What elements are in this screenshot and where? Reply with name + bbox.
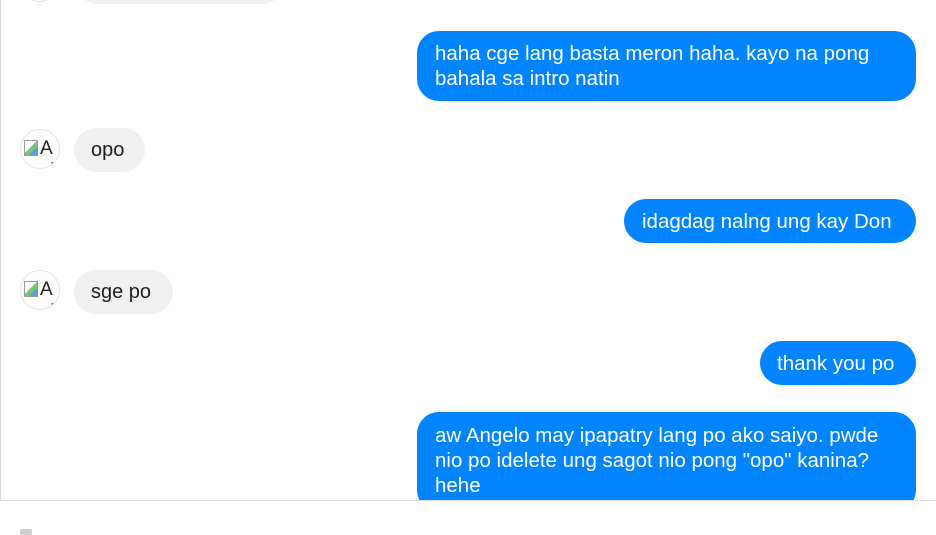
message-thread[interactable]: haha cge lang basta meron haha. kayo na … bbox=[0, 0, 936, 500]
avatar-alt-text-fragment: ┌ bbox=[48, 157, 56, 169]
avatar-alt-text-fragment: ┌ bbox=[48, 298, 56, 310]
attachment-icon[interactable] bbox=[20, 529, 32, 535]
message-text-line: nio po idelete ung sagot nio pong "opo" … bbox=[435, 449, 870, 472]
message-text-line: aw Angelo may ipapatry lang po ako saiyo… bbox=[435, 424, 879, 447]
message-bubble-outgoing[interactable]: aw Angelo may ipapatry lang po ako saiyo… bbox=[417, 412, 916, 500]
message-bubble-incoming[interactable]: opo bbox=[74, 128, 145, 172]
message-text: thank you po bbox=[777, 352, 895, 375]
avatar[interactable]: A ┌ bbox=[20, 270, 60, 310]
message-text: idagdag nalng ung kay Don bbox=[642, 210, 892, 233]
message-text-line: bahala sa intro natin bbox=[435, 67, 620, 90]
message-bubble-outgoing[interactable]: thank you po bbox=[760, 341, 916, 385]
message-text: sge po bbox=[91, 281, 152, 303]
message-text: opo bbox=[91, 139, 125, 161]
message-text-line: hehe bbox=[435, 474, 481, 497]
message-bubble-outgoing[interactable]: idagdag nalng ung kay Don bbox=[624, 199, 916, 243]
message-bubble-incoming bbox=[76, 0, 284, 4]
message-bubble-outgoing[interactable]: haha cge lang basta meron haha. kayo na … bbox=[417, 31, 916, 101]
message-bubble-incoming[interactable]: sge po bbox=[74, 270, 173, 314]
message-composer[interactable] bbox=[0, 500, 936, 535]
avatar[interactable]: A ┌ bbox=[20, 129, 60, 169]
broken-image-icon bbox=[24, 140, 38, 156]
broken-image-icon bbox=[24, 281, 38, 297]
avatar bbox=[19, 0, 59, 2]
message-text-line: haha cge lang basta meron haha. kayo na … bbox=[435, 42, 870, 65]
